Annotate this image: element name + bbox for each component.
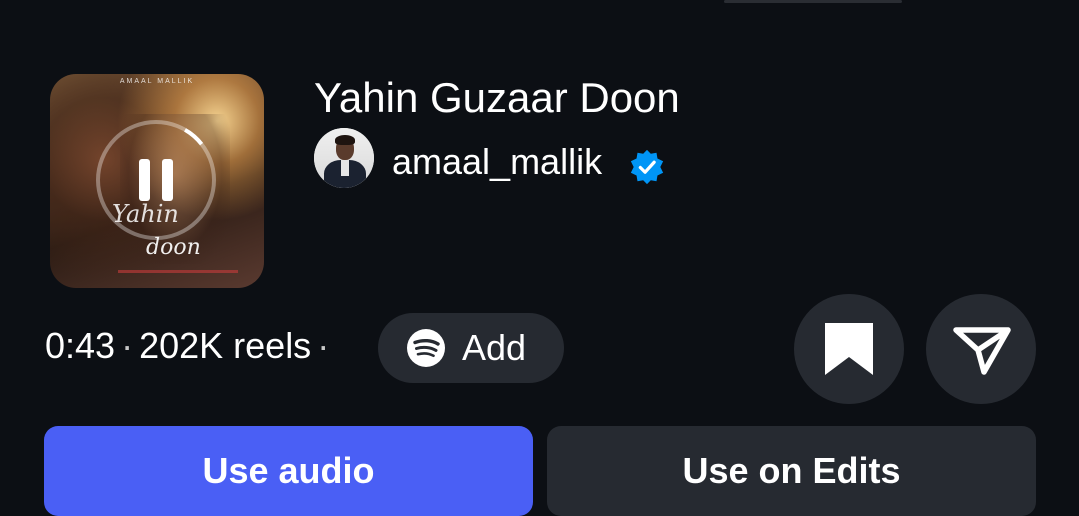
meta-separator-1: · (121, 325, 134, 366)
verified-badge-icon (630, 149, 664, 185)
cover-artist-text: AMAAL MALLIK (119, 78, 195, 85)
audio-meta: 0:43 · 202K reels · (45, 325, 335, 367)
artist-username[interactable]: amaal_mallik (392, 141, 602, 183)
save-audio-button[interactable] (794, 294, 904, 404)
pause-icon[interactable] (137, 159, 175, 201)
send-icon (953, 327, 1011, 375)
track-title: Yahin Guzaar Doon (314, 74, 680, 121)
use-audio-button[interactable]: Use audio (44, 426, 533, 516)
duration-text: 0:43 (45, 325, 116, 366)
reels-count-text: 202K reels (139, 325, 312, 366)
spotify-add-button[interactable]: Add (378, 313, 564, 383)
cover-title-line2: doon (146, 235, 201, 260)
share-audio-button[interactable] (926, 294, 1036, 404)
artist-avatar[interactable] (314, 128, 374, 188)
bookmark-icon (825, 323, 873, 375)
use-on-edits-button[interactable]: Use on Edits (547, 426, 1036, 516)
spotify-add-label: Add (462, 327, 527, 368)
sheet-drag-handle[interactable] (724, 0, 902, 3)
cover-decoration (118, 270, 238, 273)
meta-separator-2: · (317, 325, 330, 366)
spotify-icon (407, 329, 445, 367)
